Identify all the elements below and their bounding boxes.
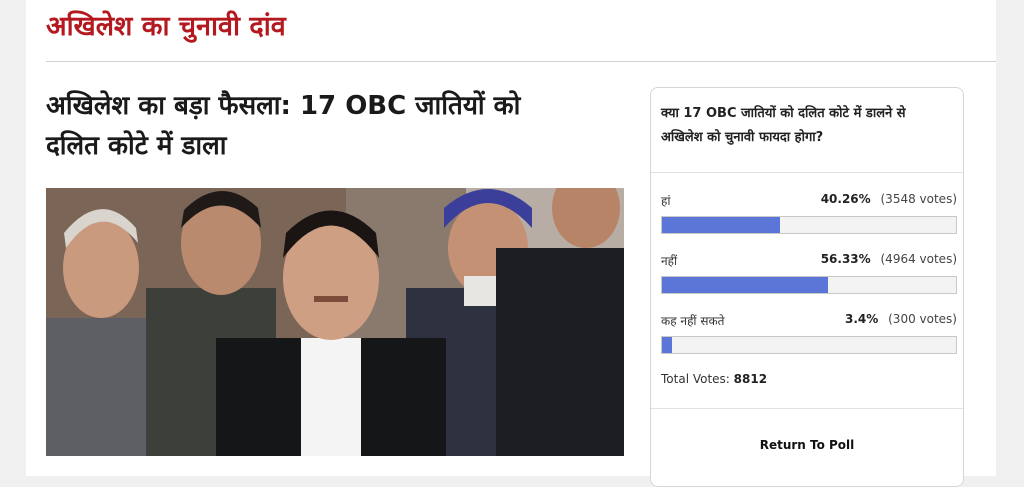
poll-option-votes: (4964 votes) xyxy=(880,252,958,266)
poll-divider-bottom xyxy=(651,408,963,409)
poll-question-line-2: अखिलेश को चुनावी फायदा होगा? xyxy=(661,130,824,145)
poll-option-label: हां xyxy=(661,194,671,208)
poll-option-label: नहीं xyxy=(661,254,678,268)
return-to-poll-link[interactable]: Return To Poll xyxy=(651,438,963,452)
page-container: अखिलेश का चुनावी दांव अखिलेश का बड़ा फैस… xyxy=(26,0,996,487)
article-photo[interactable] xyxy=(46,188,624,456)
poll-option-votes: (3548 votes) xyxy=(880,192,958,206)
poll-question: क्या 17 OBC जातियों को दलित कोटे में डाल… xyxy=(661,102,953,150)
poll-option-percent: 56.33% xyxy=(820,252,871,266)
poll-result-bar-fill xyxy=(662,337,672,353)
headline-line-2[interactable]: दलित कोटे में डाला xyxy=(46,131,227,161)
section-title[interactable]: अखिलेश का चुनावी दांव xyxy=(46,6,286,43)
poll-result-bar-fill xyxy=(662,217,781,233)
poll-option-1: हां 40.26% (3548 votes) xyxy=(661,192,957,234)
poll-result-bar-fill xyxy=(662,277,828,293)
poll-total-votes: Total Votes: 8812 xyxy=(661,372,767,386)
poll-total-label: Total Votes: xyxy=(661,372,730,386)
poll-option-label: कह नहीं सकते xyxy=(661,314,725,328)
section-divider xyxy=(46,61,996,62)
poll-result-bar xyxy=(661,276,957,294)
poll-result-bar xyxy=(661,336,957,354)
poll-divider xyxy=(651,172,963,173)
poll-widget: क्या 17 OBC जातियों को दलित कोटे में डाल… xyxy=(650,87,964,487)
poll-option-votes: (300 votes) xyxy=(888,312,957,326)
poll-option-percent: 40.26% xyxy=(820,192,871,206)
poll-option-2: नहीं 56.33% (4964 votes) xyxy=(661,252,957,294)
headline-line-1[interactable]: अखिलेश का बड़ा फैसला: 17 OBC जातियों को xyxy=(46,91,520,121)
poll-total-value: 8812 xyxy=(733,372,768,386)
poll-option-3: कह नहीं सकते 3.4% (300 votes) xyxy=(661,312,957,354)
poll-option-percent: 3.4% xyxy=(845,312,879,326)
poll-question-line-1: क्या 17 OBC जातियों को दलित कोटे में डाल… xyxy=(661,106,906,121)
poll-result-bar xyxy=(661,216,957,234)
article-headline[interactable]: अखिलेश का बड़ा फैसला: 17 OBC जातियों को … xyxy=(46,86,631,166)
